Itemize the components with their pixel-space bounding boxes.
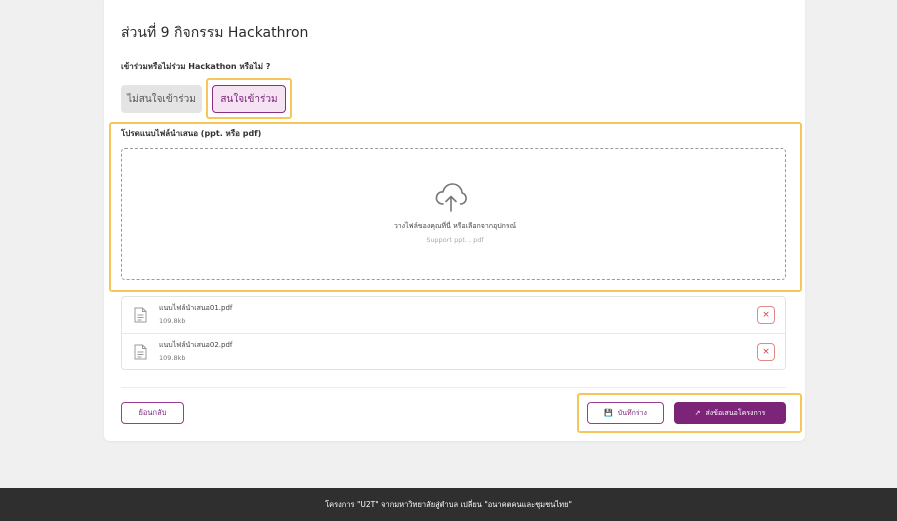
option-not-interested-button[interactable]: ไม่สนใจเข้าร่วม <box>121 85 202 113</box>
section-divider <box>121 387 786 388</box>
file-row: แนบไฟล์นำเสนอ01.pdf 109.8kb × <box>122 297 785 333</box>
file-name: แนบไฟล์นำเสนอ01.pdf <box>159 304 233 312</box>
cloud-upload-icon <box>435 183 467 212</box>
dropzone-instruction: วางไฟล์ของคุณที่นี่ หรือเลือกจากอุปกรณ์ <box>393 222 517 230</box>
section-title: ส่วนที่ 9 กิจกรรม Hackathron <box>121 25 309 41</box>
uploaded-file-list: แนบไฟล์นำเสนอ01.pdf 109.8kb × แนบไฟล์นำเ… <box>121 296 786 370</box>
question-label: เข้าร่วมหรือไม่ร่วม Hackathon หรือไม่ ? <box>121 62 271 71</box>
document-icon <box>134 344 147 360</box>
upload-label: โปรดแนบไฟล์นำเสนอ (ppt. หรือ pdf) <box>121 129 262 138</box>
file-name: แนบไฟล์นำเสนอ02.pdf <box>159 341 233 349</box>
submit-proposal-label: ส่งข้อเสนอโครงการ <box>705 408 766 417</box>
file-size: 109.8kb <box>159 354 186 362</box>
back-button[interactable]: ย้อนกลับ <box>121 402 184 424</box>
arrow-up-right-icon: ↗ <box>694 408 701 417</box>
site-footer: โครงการ "U2T" จากมหาวิทยาลัยสู่ตำบล เปลี… <box>0 488 897 521</box>
remove-file-button[interactable]: × <box>757 343 775 361</box>
file-size: 109.8kb <box>159 317 186 325</box>
document-icon <box>134 307 147 323</box>
save-draft-button[interactable]: 💾 บันทึกร่าง <box>587 402 664 424</box>
remove-file-button[interactable]: × <box>757 306 775 324</box>
file-row: แนบไฟล์นำเสนอ02.pdf 109.8kb × <box>122 334 785 370</box>
save-icon: 💾 <box>604 408 613 417</box>
file-dropzone[interactable] <box>121 148 786 280</box>
submit-proposal-button[interactable]: ↗ ส่งข้อเสนอโครงการ <box>674 402 786 424</box>
option-interested-button[interactable]: สนใจเข้าร่วม <box>212 85 286 113</box>
save-draft-label: บันทึกร่าง <box>617 408 647 417</box>
dropzone-support-text: Support ppt. , pdf <box>426 236 484 244</box>
